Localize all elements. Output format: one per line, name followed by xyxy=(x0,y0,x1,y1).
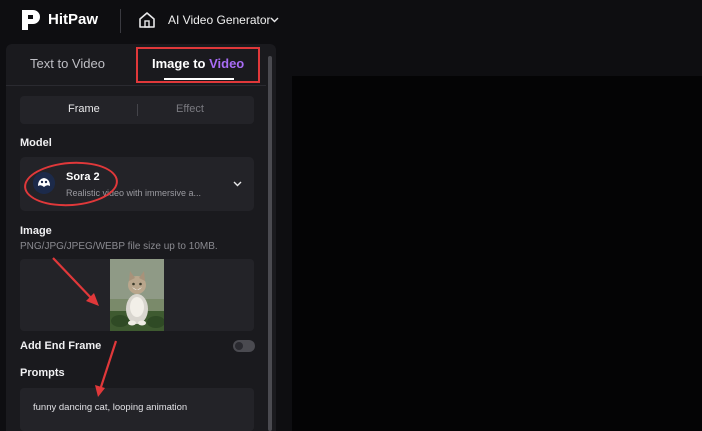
panel-scrollbar[interactable] xyxy=(268,56,272,431)
header-divider xyxy=(120,9,121,33)
toggle-knob xyxy=(235,342,243,350)
brand-name[interactable]: HitPaw xyxy=(48,11,98,28)
home-icon[interactable] xyxy=(138,11,156,29)
image-hint: PNG/JPG/JPEG/WEBP file size up to 10MB. xyxy=(20,241,218,252)
tab-divider xyxy=(6,85,266,86)
module-selector[interactable]: AI Video Generator xyxy=(168,13,271,27)
top-bar xyxy=(0,0,702,42)
segment-effect[interactable]: Effect xyxy=(176,103,204,115)
preview-canvas xyxy=(292,76,702,431)
end-frame-label: Add End Frame xyxy=(20,340,102,352)
active-tab-indicator xyxy=(164,78,234,80)
chevron-down-icon[interactable] xyxy=(233,181,242,187)
prompt-text: funny dancing cat, looping animation xyxy=(33,402,188,413)
model-label: Model xyxy=(20,137,52,149)
tab-text-to-video[interactable]: Text to Video xyxy=(30,56,105,71)
image-label: Image xyxy=(20,225,52,237)
segment-divider xyxy=(137,104,138,116)
segment-frame[interactable]: Frame xyxy=(68,103,100,115)
hitpaw-logo-icon[interactable] xyxy=(20,8,42,32)
cat-image-thumbnail[interactable] xyxy=(110,259,164,331)
chevron-down-icon[interactable] xyxy=(270,17,279,23)
prompts-label: Prompts xyxy=(20,367,65,379)
